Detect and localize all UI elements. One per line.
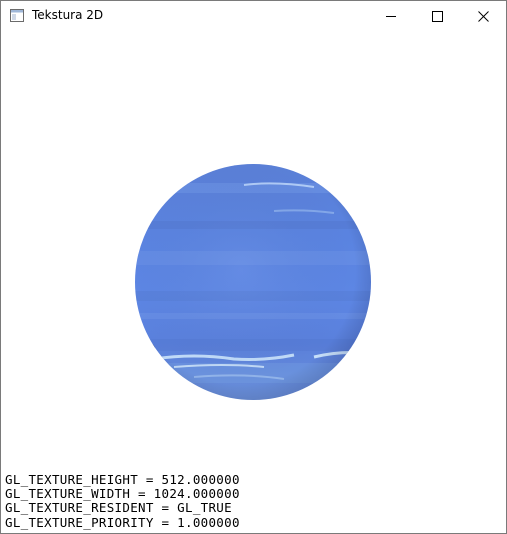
window-app-icon — [10, 9, 24, 22]
texture-width-line: GL_TEXTURE_WIDTH = 1024.000000 — [5, 486, 240, 502]
texture-priority-line: GL_TEXTURE_PRIORITY = 1.000000 — [5, 514, 240, 530]
render-area[interactable]: GL_TEXTURE_HEIGHT = 512.000000 GL_TEXTUR… — [1, 31, 506, 533]
texture-info: GL_TEXTURE_HEIGHT = 512.000000 GL_TEXTUR… — [5, 472, 240, 530]
minimize-button[interactable] — [368, 1, 414, 31]
app-window: Tekstura 2D GL_TEXTURE_HEIGHT = 512.0000… — [0, 0, 507, 534]
minimize-icon — [386, 16, 396, 17]
textured-sphere — [135, 164, 371, 400]
texture-height-line: GL_TEXTURE_HEIGHT = 512.000000 — [5, 472, 240, 487]
texture-resident-line: GL_TEXTURE_RESIDENT = GL_TRUE — [5, 500, 232, 516]
title-bar[interactable]: Tekstura 2D — [1, 1, 506, 31]
window-title: Tekstura 2D — [32, 8, 104, 22]
maximize-button[interactable] — [414, 1, 460, 31]
close-icon — [478, 11, 489, 22]
maximize-icon — [432, 11, 443, 22]
close-button[interactable] — [460, 1, 506, 31]
